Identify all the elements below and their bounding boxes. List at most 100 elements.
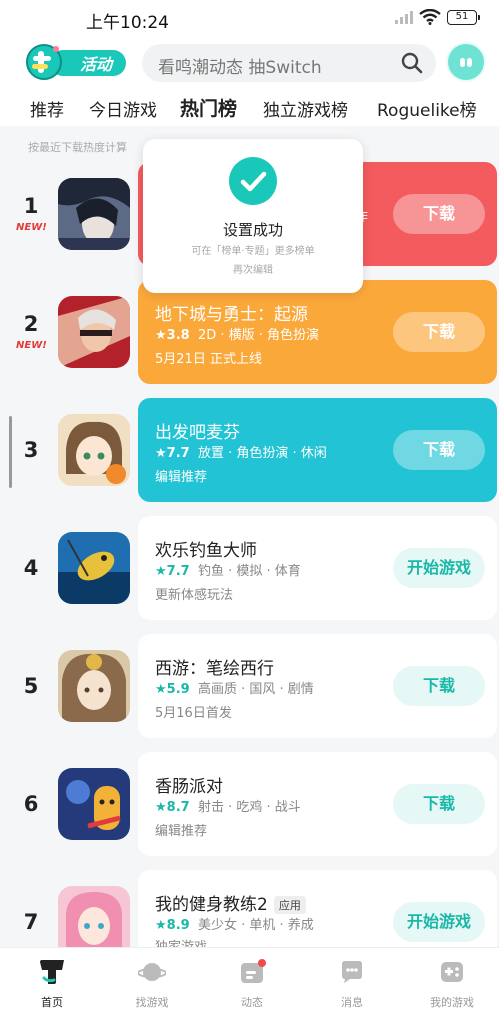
search-icon[interactable]: [400, 51, 424, 75]
tab-recommend[interactable]: 推荐: [30, 96, 64, 121]
rank-number: 6: [23, 792, 39, 816]
game-name: 西游：笔绘西行: [155, 659, 274, 679]
nav-label: 我的游戏: [430, 996, 474, 1009]
game-score: ★3.8: [155, 328, 190, 343]
game-sub: 编辑推荐: [155, 824, 208, 839]
toast-title: 设置成功: [222, 221, 283, 239]
game-icon: [58, 296, 130, 368]
download-button[interactable]: 下载: [393, 666, 485, 706]
nav-messages[interactable]: 消息: [302, 948, 402, 1012]
message-icon: [342, 961, 362, 983]
game-score: ★8.7: [155, 800, 190, 815]
list-subtitle: 按最近下载热度计算: [28, 141, 127, 154]
planet-icon: [138, 963, 166, 981]
game-icon: [58, 414, 130, 486]
rank-number: 1: [23, 194, 39, 218]
check-icon: [229, 157, 277, 205]
game-score: ★7.7: [155, 446, 190, 461]
game-tags: 2D · 横版 · 角色扮演: [197, 328, 320, 343]
activity-logo-button[interactable]: 活动: [22, 42, 130, 82]
app-tag: 应用: [273, 896, 306, 914]
nav-my-games[interactable]: 我的游戏: [402, 948, 499, 1012]
rank-number: 7: [23, 910, 39, 934]
rank-number: 4: [23, 556, 39, 580]
tab-hot-list[interactable]: 热门榜: [180, 94, 238, 121]
game-name: 欢乐钓鱼大师: [155, 541, 257, 561]
nav-label: 首页: [41, 996, 63, 1009]
status-time: 上午10:24: [86, 13, 169, 33]
success-toast: 设置成功 可在「榜单·专题」更多榜单 再次编辑: [143, 139, 363, 293]
category-tabs: 推荐 今日游戏 热门榜 独立游戏榜 Roguelike榜: [0, 96, 499, 126]
rank-number: 2: [23, 312, 39, 336]
game-icon: [58, 178, 130, 250]
game-sub: 5月21日 正式上线: [155, 352, 262, 367]
game-icon: [58, 532, 130, 604]
game-sub: 独家游戏: [155, 936, 207, 947]
game-row-7[interactable]: 7 我的健身教练2 应用 ★8.9 美少女 · 单机 · 养成 独家游戏 开始游戏: [0, 870, 499, 947]
nav-home[interactable]: 首页: [2, 948, 102, 1012]
download-button[interactable]: 下载: [393, 784, 485, 824]
wifi-icon: [419, 9, 441, 25]
game-icon: [58, 886, 130, 947]
download-button[interactable]: 下载: [393, 312, 485, 352]
game-row-4[interactable]: 4 欢乐钓鱼大师 ★7.7 钓鱼 · 模拟 · 体育 更新体感玩法 开始游戏: [0, 516, 499, 620]
search-bar[interactable]: 看鸣潮动态 抽Switch: [142, 44, 436, 82]
game-meta: ★8.9 美少女 · 单机 · 养成: [155, 914, 314, 933]
game-tags: 射击 · 吃鸡 · 战斗: [197, 800, 301, 815]
status-icons: 51: [395, 9, 480, 25]
game-tags: 钓鱼 · 模拟 · 体育: [197, 564, 301, 579]
game-sub: 编辑推荐: [155, 470, 208, 485]
new-badge: NEW!: [16, 340, 47, 351]
game-meta: ★3.8 2D · 横版 · 角色扮演: [155, 324, 319, 343]
gamepad-icon: [441, 962, 463, 982]
nav-feed[interactable]: 动态: [202, 948, 302, 1012]
toast-description-2: 再次编辑: [233, 265, 273, 276]
game-tags: 美少女 · 单机 · 养成: [197, 918, 314, 933]
game-row-3[interactable]: 3 出发吧麦芬 ★7.7 放置 · 角色扮演 · 休闲 编辑推荐 下载: [0, 398, 499, 502]
tab-today-games[interactable]: 今日游戏: [89, 96, 157, 121]
game-meta: ★5.9 高画质 · 国风 · 剧情: [155, 678, 314, 697]
game-score: ★5.9: [155, 682, 190, 697]
nav-label: 动态: [241, 996, 263, 1009]
game-row-2[interactable]: 2 NEW! 地下城与勇士：起源 ★3.8 2D · 横版 · 角色扮演 5月2…: [0, 280, 499, 384]
tab-indie-list[interactable]: 独立游戏榜: [263, 96, 348, 121]
game-meta: ★7.7 放置 · 角色扮演 · 休闲: [155, 442, 327, 461]
tab-roguelike-list[interactable]: Roguelike榜: [377, 96, 477, 121]
status-bar: 上午10:24 51: [0, 0, 499, 38]
toast-description: 可在「榜单·专题」更多榜单: [191, 246, 315, 257]
game-row-6[interactable]: 6 香肠派对 ★8.7 射击 · 吃鸡 · 战斗 编辑推荐 下载: [0, 752, 499, 856]
feed-icon: [241, 959, 266, 983]
battery-icon: 51: [447, 9, 480, 25]
scroll-indicator[interactable]: [9, 416, 12, 488]
search-placeholder: 看鸣潮动态 抽Switch: [158, 58, 322, 78]
game-name: 地下城与勇士：起源: [155, 305, 308, 325]
game-score: ★8.9: [155, 918, 190, 933]
game-icon: [58, 650, 130, 722]
signal-icon: [395, 10, 413, 24]
game-icon: [58, 768, 130, 840]
play-button[interactable]: 开始游戏: [393, 902, 485, 942]
game-meta: ★7.7 钓鱼 · 模拟 · 体育: [155, 560, 301, 579]
download-button[interactable]: 下载: [393, 194, 485, 234]
game-tags: 放置 · 角色扮演 · 休闲: [197, 446, 327, 461]
nav-label: 消息: [341, 996, 363, 1009]
new-badge: NEW!: [16, 222, 47, 233]
rank-number: 5: [23, 674, 39, 698]
game-name: 香肠派对: [155, 777, 223, 797]
game-sub: 5月16日首发: [155, 706, 232, 721]
bottom-nav: 首页 找游戏 动态 消息 我的游戏: [0, 947, 499, 1012]
game-row-5[interactable]: 5 西游：笔绘西行 ★5.9 高画质 · 国风 · 剧情 5月16日首发 下载: [0, 634, 499, 738]
game-name: 出发吧麦芬: [155, 423, 240, 443]
play-button[interactable]: 开始游戏: [393, 548, 485, 588]
user-avatar[interactable]: [446, 42, 486, 82]
nav-label: 找游戏: [135, 996, 169, 1009]
game-name: 我的健身教练2 应用: [155, 890, 306, 915]
activity-logo-icon: [26, 44, 126, 80]
download-button[interactable]: 下载: [393, 430, 485, 470]
nav-find-games[interactable]: 找游戏: [102, 948, 202, 1012]
rank-number: 3: [23, 438, 39, 462]
home-icon: [40, 960, 64, 984]
activity-label: 活动: [80, 55, 113, 74]
game-name-text: 我的健身教练2: [155, 895, 268, 915]
game-meta: ★8.7 射击 · 吃鸡 · 战斗: [155, 796, 301, 815]
